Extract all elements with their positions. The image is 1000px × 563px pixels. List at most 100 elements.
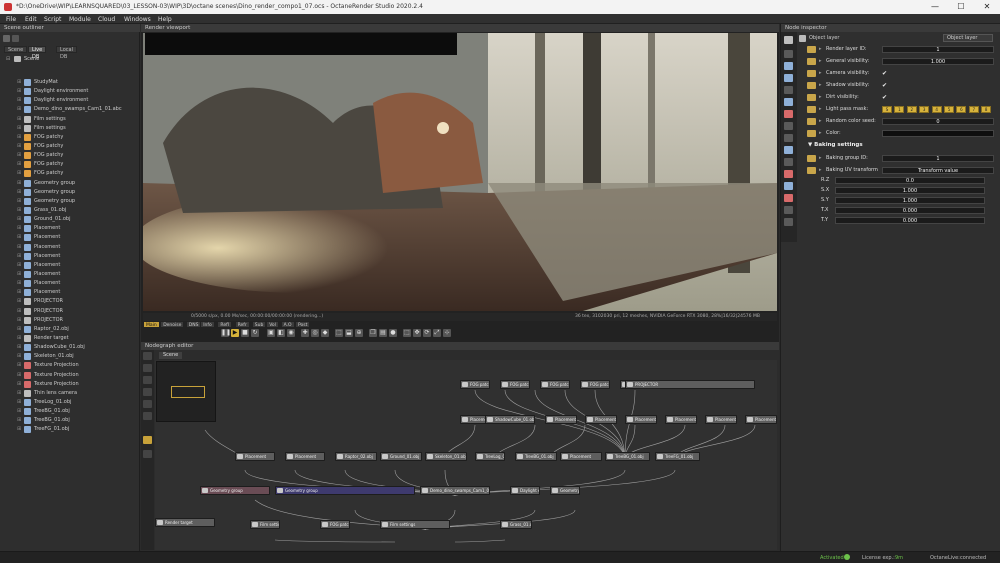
outliner-item[interactable]: ⊞ Skeleton_01.obj (2, 352, 138, 361)
graph-node[interactable]: FOG patchy (580, 380, 610, 389)
transform-row[interactable]: S.X 1.000 (807, 186, 997, 195)
expand-icon[interactable]: ⊞ (17, 79, 21, 85)
expand-icon[interactable]: ⊞ (17, 308, 21, 314)
expand-icon[interactable]: ⊞ (17, 326, 21, 332)
graph-node[interactable]: Film settings (380, 520, 450, 529)
outliner-item[interactable]: ⊞ TreeFG_01.obj (2, 425, 138, 434)
picker-icon[interactable]: ✚ (301, 329, 309, 337)
outliner-item[interactable]: ⊞ Placement (2, 288, 138, 297)
graph-node[interactable]: FOG patchy (460, 380, 490, 389)
graph-node[interactable]: Geometry group (275, 486, 415, 495)
color-swatch[interactable] (882, 130, 994, 137)
value-slider[interactable]: 1 (882, 155, 994, 162)
expand-icon[interactable]: ⊞ (17, 344, 21, 350)
graph-node[interactable]: Placement (625, 415, 657, 424)
outliner-item[interactable]: ⊞ Placement (2, 270, 138, 279)
light-pass-toggle[interactable]: 2 (906, 106, 917, 113)
refresh-icon[interactable] (3, 35, 10, 42)
render-mode-tab[interactable]: DNS (185, 321, 202, 328)
transform-slider[interactable]: 0.000 (835, 217, 985, 224)
expand-icon[interactable]: ⊞ (17, 253, 21, 259)
light-pass-toggle[interactable]: 3 (919, 106, 930, 113)
expand-icon[interactable]: ⊞ (17, 189, 21, 195)
minimap-viewport-rect[interactable] (171, 386, 205, 398)
outliner-item[interactable]: ⊞ Demo_dino_swamps_Cam1_01.abc (2, 105, 138, 114)
baking-group-row[interactable]: ▸ Baking group ID: 1 (807, 154, 997, 163)
graph-node[interactable]: Placement (235, 452, 275, 461)
render-mode-tab[interactable]: Vol (266, 321, 279, 328)
expand-arrow-icon[interactable]: ▸ (819, 118, 822, 124)
light-pass-toggle[interactable]: S (882, 106, 892, 113)
graph-node[interactable]: Skeleton_01.obj (425, 452, 467, 461)
lock-icon[interactable]: ▣ (267, 329, 275, 337)
expand-icon[interactable]: ⊞ (17, 280, 21, 286)
attribute-row[interactable]: ▸ Render layer ID: 1 (807, 45, 997, 54)
value-slider[interactable]: Transform value (882, 167, 994, 174)
new-node-icon[interactable] (143, 352, 152, 360)
outliner-item[interactable]: ⊞ FOG patchy (2, 151, 138, 160)
material-picker-icon[interactable]: ◆ (321, 329, 329, 337)
outliner-item[interactable]: ⊞ TreeBG_01.obj (2, 407, 138, 416)
expand-icon[interactable]: ⊞ (17, 362, 21, 368)
nodegraph-minimap[interactable] (156, 361, 216, 422)
graph-node[interactable]: Demo_dino_swamps_Cam1_01.abc (420, 486, 490, 495)
attribute-row[interactable]: ▸ General visibility: 1.000 (807, 57, 997, 66)
visibility-checkbox[interactable]: ✔ (882, 82, 889, 89)
play-icon[interactable]: ▶ (231, 329, 239, 337)
transform-slider[interactable]: 0.000 (835, 207, 985, 214)
outliner-item[interactable]: ⊞ Film settings (2, 124, 138, 133)
grid-icon[interactable] (143, 450, 152, 458)
clay-icon[interactable]: ● (389, 329, 397, 337)
light-pass-toggle[interactable]: 8 (981, 106, 992, 113)
expand-icon[interactable]: ⊞ (17, 152, 21, 158)
outliner-item[interactable]: ⊞ Placement (2, 279, 138, 288)
outliner-item[interactable]: ⊞ Texture Projection (2, 380, 138, 389)
graph-node[interactable]: ShadowCube_01.obj (485, 415, 535, 424)
expand-icon[interactable]: ⊞ (17, 335, 21, 341)
light-pass-toggle[interactable]: 1 (894, 106, 905, 113)
attribute-row[interactable]: ▸ Random color seed: 0 (807, 117, 997, 126)
render-mode-tab[interactable]: Post (295, 321, 311, 328)
graph-node[interactable]: Daylight environment (510, 486, 540, 495)
graph-node[interactable]: FOG patchy (320, 520, 350, 529)
outliner-item[interactable]: ⊞ Texture Projection (2, 371, 138, 380)
expand-icon[interactable]: ⊞ (17, 262, 21, 268)
expand-icon[interactable]: ⊞ (17, 399, 21, 405)
graph-node[interactable]: Placement (745, 415, 777, 424)
restart-icon[interactable]: ↻ (251, 329, 259, 337)
pin-icon[interactable] (807, 167, 816, 174)
region-icon[interactable]: ⬚ (335, 329, 343, 337)
outliner-item[interactable]: ⊞ TreeLog_01.obj (2, 398, 138, 407)
outliner-item[interactable]: ⊞ Ground_01.obj (2, 215, 138, 224)
expand-arrow-icon[interactable]: ▸ (819, 58, 822, 64)
expand-icon[interactable]: ⊞ (17, 426, 21, 432)
expand-arrow-icon[interactable]: ▸ (819, 70, 822, 76)
outliner-item[interactable]: ⊞ Thin lens camera (2, 389, 138, 398)
camera-icon[interactable]: ◉ (287, 329, 295, 337)
fit-icon[interactable]: ◧ (277, 329, 285, 337)
value-slider[interactable]: 1.000 (882, 58, 994, 65)
expand-icon[interactable]: ⊞ (17, 88, 21, 94)
material-node-icon[interactable] (784, 182, 793, 190)
attribute-row[interactable]: ▸ Camera visibility: ✔ (807, 69, 997, 78)
outliner-item[interactable]: ⊞ FOG patchy (2, 160, 138, 169)
outliner-item[interactable]: ⊞ Daylight environment (2, 96, 138, 105)
light-pass-toggle[interactable]: 4 (931, 106, 942, 113)
attribute-row[interactable]: ▸ Light pass mask: S 1 2 3 4 5 6 7 8 (807, 105, 997, 114)
outliner-item[interactable]: ⊞ PROJECTOR (2, 297, 138, 306)
ungroup-icon[interactable] (143, 412, 152, 420)
graph-node[interactable]: TreeLog_01.obj (475, 452, 505, 461)
texture-node-icon[interactable] (784, 194, 793, 202)
collapse-all-icon[interactable] (784, 50, 793, 58)
expand-icon[interactable]: ⊞ (17, 97, 21, 103)
graph-node[interactable]: Geometry group (550, 486, 580, 495)
light-pass-toggle[interactable]: 7 (968, 106, 979, 113)
outliner-item[interactable]: ⊞ Film settings (2, 115, 138, 124)
render-mode-tab[interactable]: Sub (251, 321, 267, 328)
outliner-item[interactable]: ⊞ FOG patchy (2, 142, 138, 151)
expand-icon[interactable]: ⊞ (17, 143, 21, 149)
value-slider[interactable]: 0 (882, 118, 994, 125)
render-mode-tab[interactable]: Refl (217, 321, 232, 328)
attribute-row[interactable]: ▸ Color: (807, 129, 997, 138)
expand-icon[interactable]: ⊞ (17, 170, 21, 176)
